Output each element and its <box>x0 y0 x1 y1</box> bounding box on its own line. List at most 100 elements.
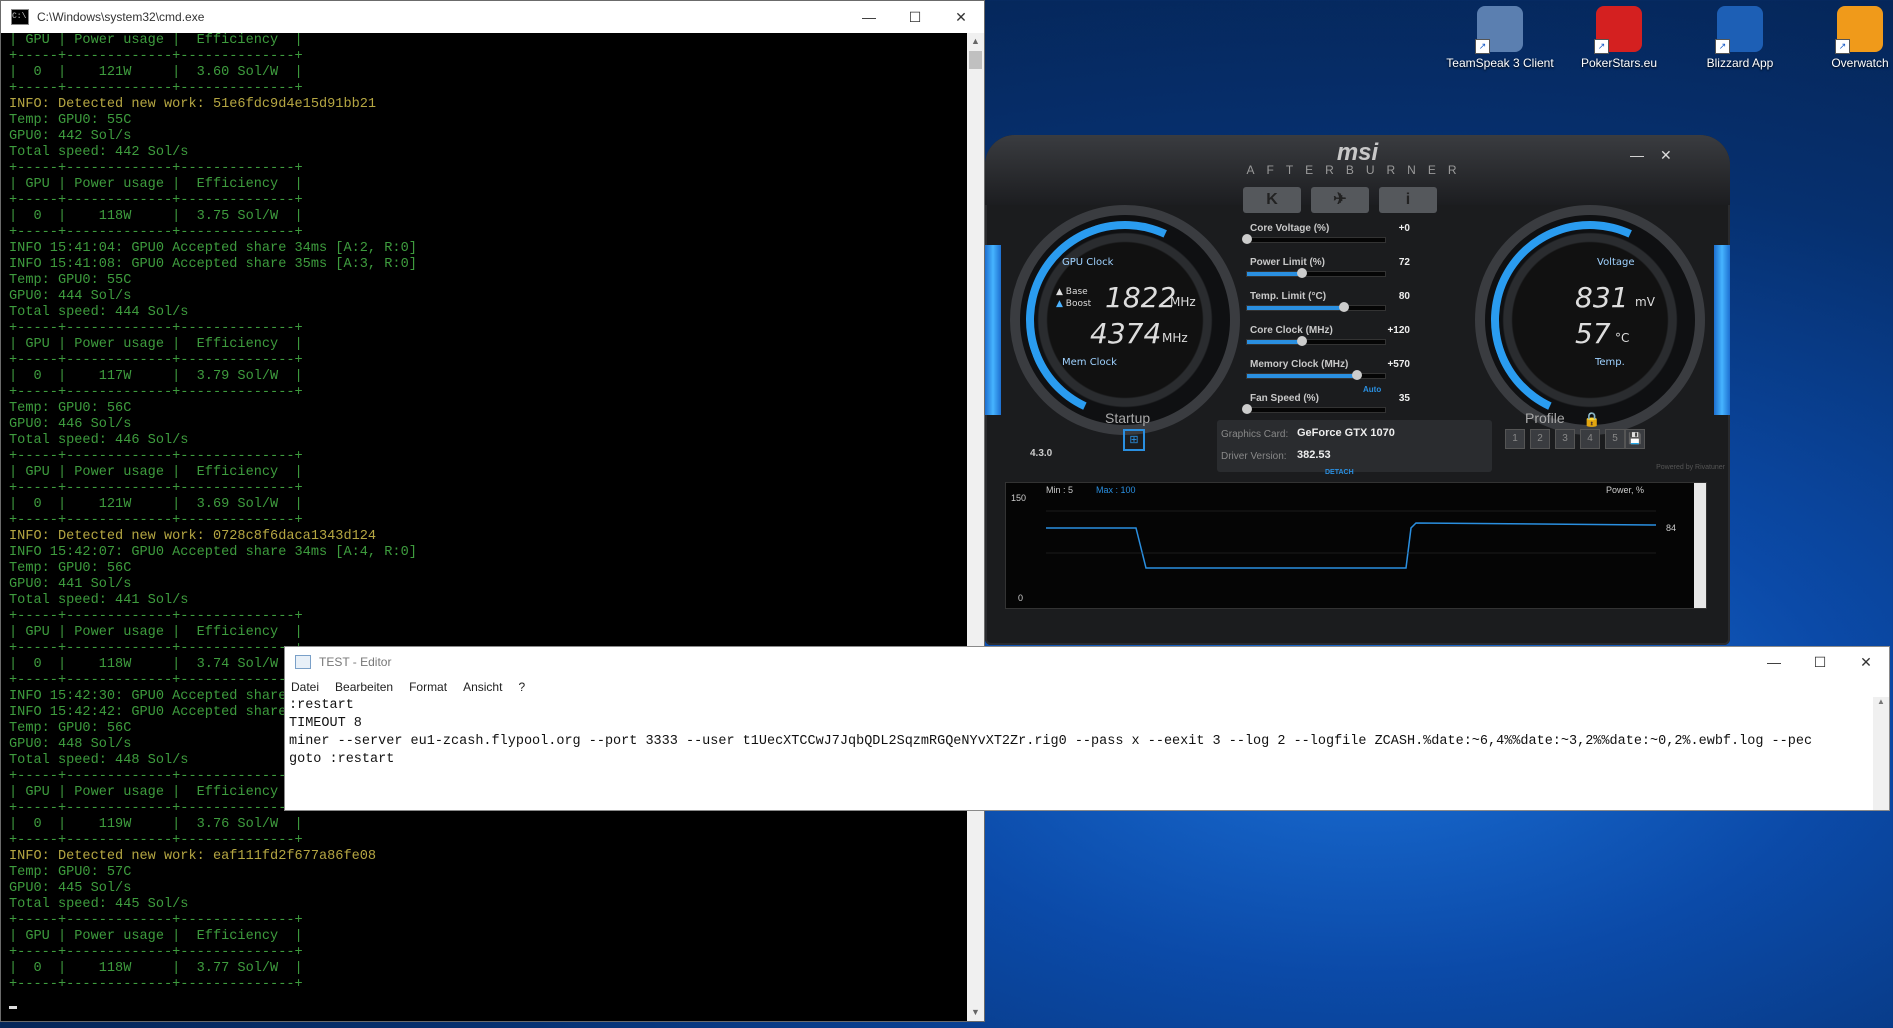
console-line: | 0 | 121W | 3.69 Sol/W | <box>9 497 303 512</box>
powered-by-label: Powered by Rivatuner <box>1656 464 1725 471</box>
slider-track[interactable] <box>1246 336 1386 346</box>
console-line: +-----+-------------+--------------+ <box>9 913 303 928</box>
cmd-app-icon: C:\ <box>11 9 29 25</box>
base-label: Base <box>1065 287 1088 297</box>
desktop-icon[interactable]: ↗ Blizzard App <box>1685 6 1795 70</box>
desktop-icon[interactable]: ↗ TeamSpeak 3 Client <box>1445 6 1555 70</box>
slider-row: Power Limit (%) 72 <box>1240 257 1410 285</box>
afterburner-window[interactable]: msi AFTERBURNER — ✕ GPU Clock ▲ Base ▲ B… <box>985 135 1730 645</box>
slider-knob[interactable] <box>1297 268 1308 278</box>
temp-label: Temp. <box>1595 357 1625 368</box>
console-line: | 0 | 118W | 3.77 Sol/W | <box>9 961 303 976</box>
temp-unit: °C <box>1615 331 1630 345</box>
graph-scrollbar[interactable] <box>1694 483 1706 608</box>
voltage-value: 831 <box>1575 281 1629 314</box>
slider-track[interactable] <box>1246 370 1386 380</box>
driver-version-value: 382.53 <box>1297 449 1331 461</box>
profile-slot-button[interactable]: 2 <box>1530 429 1550 449</box>
console-line: Temp: GPU0: 55C <box>9 113 132 128</box>
slider-track[interactable] <box>1242 404 1386 414</box>
shortcut-arrow-icon: ↗ <box>1594 39 1609 54</box>
left-glow <box>985 245 1001 415</box>
slider-track[interactable] <box>1246 268 1386 278</box>
notepad-titlebar[interactable]: TEST - Editor — ☐ ✕ <box>285 647 1889 677</box>
slider-track[interactable] <box>1246 302 1386 312</box>
console-line: +-----+-------------+--------------+ <box>9 225 303 240</box>
minimize-button[interactable]: — <box>1630 147 1644 163</box>
console-output[interactable]: | GPU | Power usage | Efficiency | +-----… <box>9 33 964 1023</box>
console-line: | GPU | Power usage | Efficiency | <box>9 465 303 480</box>
cmd-window-title: C:\Windows\system32\cmd.exe <box>37 10 205 24</box>
cmd-window[interactable]: C:\ C:\Windows\system32\cmd.exe — ☐ ✕ | … <box>0 0 985 1022</box>
monitoring-graph[interactable]: Min : 5 Max : 100 Power, % 150 0 84 <box>1005 482 1707 609</box>
slider-track[interactable] <box>1242 234 1386 244</box>
close-button[interactable]: ✕ <box>938 1 984 33</box>
k-button[interactable]: K <box>1243 187 1301 213</box>
slider-value: 35 <box>1398 393 1410 404</box>
desktop-icon-label: TeamSpeak 3 Client <box>1446 56 1554 70</box>
shortcut-arrow-icon: ↗ <box>1475 39 1490 54</box>
minimize-button[interactable]: — <box>1751 646 1797 678</box>
scroll-up-icon[interactable]: ▲ <box>967 33 984 50</box>
console-line: INFO 15:41:04: GPU0 Accepted share 34ms … <box>9 241 417 256</box>
cmd-titlebar[interactable]: C:\ C:\Windows\system32\cmd.exe — ☐ ✕ <box>1 1 984 33</box>
slider-row: Core Clock (MHz) +120 <box>1240 325 1410 353</box>
fan-auto-button[interactable]: Auto <box>1363 385 1381 394</box>
temp-value: 57 <box>1575 317 1611 350</box>
scroll-thumb[interactable] <box>969 51 982 69</box>
close-button[interactable]: ✕ <box>1843 646 1889 678</box>
console-line: +-----+-------------+--------------+ <box>9 321 303 336</box>
pokerstars-icon: ↗ <box>1594 6 1642 54</box>
profile-slot-button[interactable]: 4 <box>1580 429 1600 449</box>
shortcut-arrow-icon: ↗ <box>1715 39 1730 54</box>
desktop-icon-label: Overwatch <box>1831 56 1889 70</box>
profile-label: Profile <box>1525 410 1565 426</box>
desktop-icon[interactable]: ↗ PokerStars.eu <box>1564 6 1674 70</box>
menu-item[interactable]: Format <box>409 680 447 694</box>
slider-knob[interactable] <box>1338 302 1349 312</box>
teamspeak-icon: ↗ <box>1475 6 1523 54</box>
console-line: | 0 | 121W | 3.60 Sol/W | <box>9 65 303 80</box>
profile-slot-button[interactable]: 5 <box>1605 429 1625 449</box>
console-line: Temp: GPU0: 56C <box>9 561 132 576</box>
slider-knob[interactable] <box>1297 336 1308 346</box>
console-line: Total speed: 444 Sol/s <box>9 305 189 320</box>
info-icon[interactable]: i <box>1379 187 1437 213</box>
overwatch-icon: ↗ <box>1835 6 1883 54</box>
minimize-button[interactable]: — <box>846 1 892 33</box>
console-line: | GPU | Power usage | Efficiency | <box>9 625 303 640</box>
startup-windows-icon[interactable]: ⊞ <box>1123 429 1145 451</box>
desktop-icon[interactable]: ↗ Overwatch <box>1805 6 1893 70</box>
profile-slot-button[interactable]: 1 <box>1505 429 1525 449</box>
gpu-clock-unit: MHz <box>1170 295 1196 309</box>
slider-label: Temp. Limit (°C) <box>1250 291 1327 302</box>
notepad-scrollbar[interactable]: ▲ <box>1873 697 1889 810</box>
console-line: Total speed: 442 Sol/s <box>9 145 189 160</box>
console-line: GPU0: 442 Sol/s <box>9 129 132 144</box>
scroll-down-icon[interactable]: ▼ <box>967 1004 984 1021</box>
boost-label: Boost <box>1065 299 1092 309</box>
slider-knob[interactable] <box>1352 370 1363 380</box>
slider-knob[interactable] <box>1242 234 1252 244</box>
menu-item[interactable]: ? <box>518 680 525 694</box>
console-line: INFO 15:42:07: GPU0 Accepted share 34ms … <box>9 545 417 560</box>
profile-lock-icon[interactable]: 🔒 <box>1583 411 1600 428</box>
notepad-editor[interactable]: :restart TIMEOUT 8 miner --server eu1-zcas… <box>289 697 1872 794</box>
detach-button[interactable]: DETACH <box>1325 469 1354 476</box>
menu-item[interactable]: Ansicht <box>463 680 502 694</box>
oc-scanner-icon[interactable]: ✈ <box>1311 187 1369 213</box>
menu-item[interactable]: Datei <box>291 680 319 694</box>
profile-slot-button[interactable]: 3 <box>1555 429 1575 449</box>
maximize-button[interactable]: ☐ <box>1797 646 1843 678</box>
menu-item[interactable]: Bearbeiten <box>335 680 393 694</box>
cmd-scrollbar[interactable]: ▲ ▼ <box>967 33 984 1021</box>
slider-row: Memory Clock (MHz) +570 <box>1240 359 1410 387</box>
console-line: INFO: Detected new work: eaf111fd2f677a8… <box>9 849 377 864</box>
console-line: | GPU | Power usage | Efficiency | <box>9 337 303 352</box>
notepad-app-icon <box>295 655 311 669</box>
notepad-window[interactable]: TEST - Editor — ☐ ✕ Datei Bearbeiten Forma… <box>284 646 1890 811</box>
close-button[interactable]: ✕ <box>1660 147 1672 164</box>
slider-knob[interactable] <box>1242 404 1252 414</box>
maximize-button[interactable]: ☐ <box>892 1 938 33</box>
save-profile-icon[interactable]: 💾 <box>1625 429 1645 449</box>
